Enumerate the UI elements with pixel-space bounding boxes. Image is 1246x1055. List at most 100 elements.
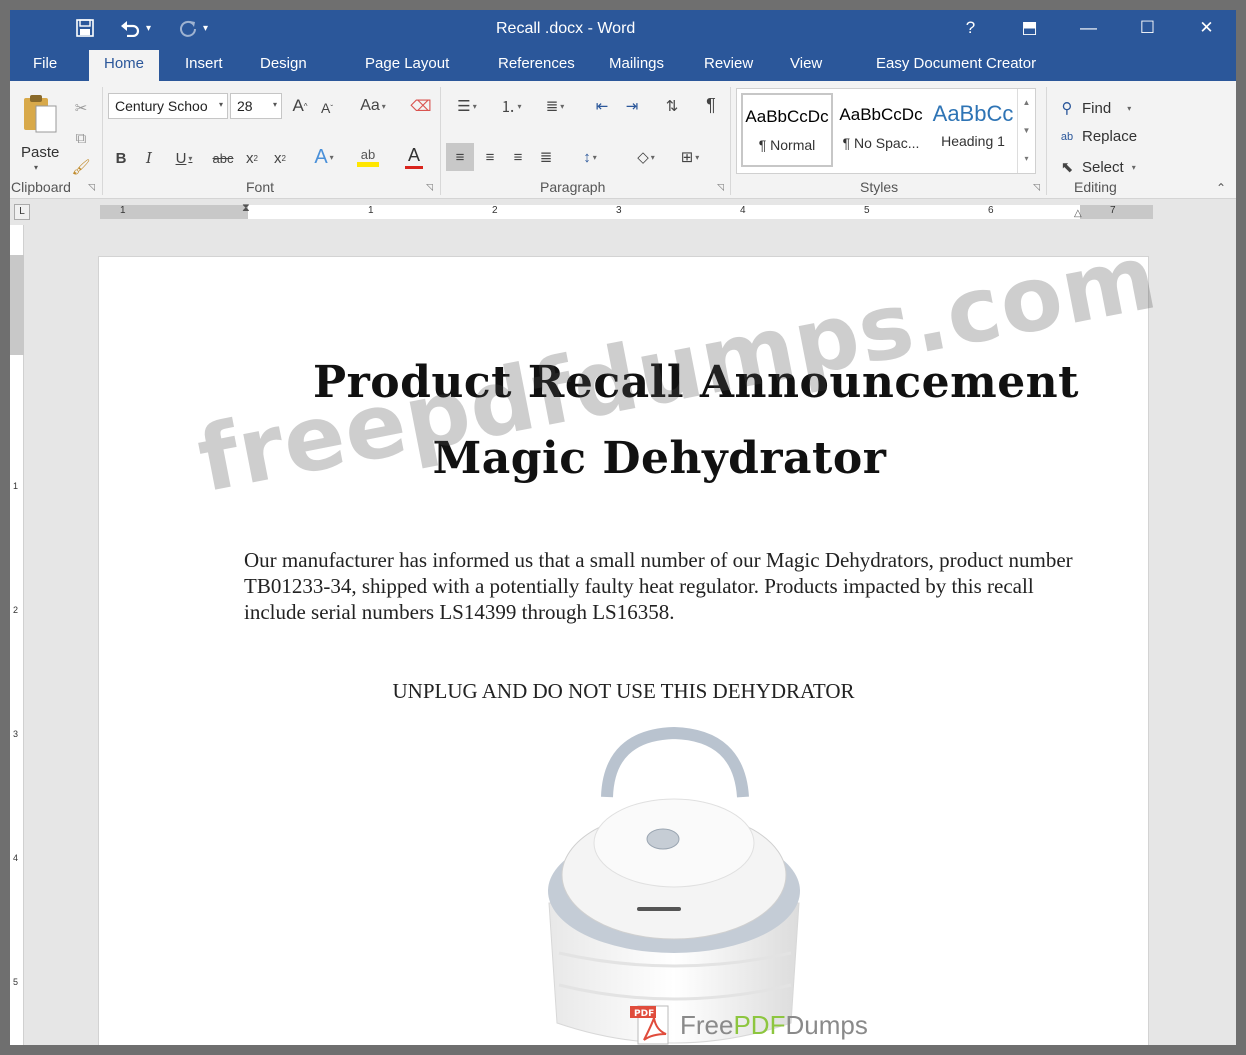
right-indent-marker-icon[interactable]: △ [1074, 208, 1082, 219]
copy-icon[interactable]: ⧉ [70, 127, 92, 149]
underline-button[interactable]: U ▾ [168, 147, 200, 169]
increase-indent-icon[interactable]: ⇥ [620, 95, 644, 117]
style-normal[interactable]: AaBbCcDc ¶ Normal [741, 93, 833, 167]
scroll-up-icon[interactable]: ▲ [1018, 89, 1035, 117]
tab-home[interactable]: Home [89, 50, 160, 81]
ruler-mark: 7 [1110, 205, 1116, 216]
font-color-icon[interactable]: A [394, 145, 434, 169]
tab-references[interactable]: References [498, 55, 575, 72]
find-button[interactable]: ⚲ Find ▾ [1058, 99, 1132, 118]
shrink-font-icon[interactable]: Aˇ [318, 97, 336, 119]
quick-access-toolbar: ▾ ▾ [76, 14, 208, 42]
tab-design[interactable]: Design [260, 55, 307, 72]
styles-launcher-icon[interactable]: ◹ [1033, 182, 1040, 193]
style-preview: AaBbCc [932, 101, 1014, 126]
align-center-icon[interactable]: ≡ [478, 145, 502, 169]
align-left-icon[interactable]: ≡ [446, 143, 474, 171]
window-title: Recall .docx - Word [496, 20, 636, 37]
ruler-mark: 1 [13, 481, 19, 491]
ruler-mark: 3 [616, 205, 622, 216]
paste-icon[interactable] [20, 91, 60, 135]
redo-icon[interactable] [179, 19, 197, 37]
undo-icon[interactable] [120, 19, 140, 37]
font-name-combo[interactable]: Century Schoo ▾ [108, 93, 228, 119]
superscript-button[interactable]: x2 [270, 147, 290, 169]
highlight-glyph: ab [360, 147, 376, 162]
show-formatting-marks-icon[interactable]: ¶ [700, 93, 722, 117]
numbering-icon[interactable]: ⒈ ▾ [494, 95, 528, 117]
ribbon-tabs: File Home Insert Design Page Layout Refe… [10, 48, 1236, 81]
ruler-track [100, 205, 1153, 219]
help-icon[interactable]: ? [941, 10, 1000, 48]
styles-gallery: AaBbCcDc ¶ Normal AaBbCcDc ¶ No Spac... … [736, 88, 1036, 174]
select-button[interactable]: ⬉ Select ▾ [1058, 158, 1136, 177]
tab-view[interactable]: View [790, 55, 822, 72]
sort-icon[interactable]: ⇅ [660, 95, 684, 117]
customize-qat-icon[interactable]: ▾ [203, 23, 208, 34]
replace-button[interactable]: ab Replace [1058, 128, 1137, 145]
tab-easy-document-creator[interactable]: Easy Document Creator [876, 55, 1036, 72]
tab-review[interactable]: Review [704, 55, 753, 72]
style-name: ¶ Normal [758, 137, 816, 153]
tab-selector[interactable]: L [14, 204, 30, 220]
text-effects-icon[interactable]: A ▾ [306, 145, 342, 169]
font-size-combo[interactable]: 28 ▾ [230, 93, 282, 119]
clipboard-launcher-icon[interactable]: ◹ [88, 182, 95, 193]
strikethrough-button[interactable]: abc [210, 147, 236, 169]
close-button[interactable]: ✕ [1177, 10, 1236, 48]
ruler-mark: 6 [988, 205, 994, 216]
decrease-indent-icon[interactable]: ⇤ [590, 95, 614, 117]
highlight-swatch [357, 162, 379, 167]
brand-part: Free [680, 1009, 734, 1040]
tab-file[interactable]: File [33, 55, 57, 72]
style-no-spacing[interactable]: AaBbCcDc ¶ No Spac... [835, 93, 927, 167]
align-right-icon[interactable]: ≡ [506, 145, 530, 169]
tab-mailings[interactable]: Mailings [609, 55, 664, 72]
style-preview: AaBbCcDc [839, 105, 923, 124]
change-case-icon[interactable]: Aa ▾ [355, 95, 391, 117]
justify-icon[interactable]: ≣ [534, 145, 558, 169]
paste-label[interactable]: Paste [21, 144, 59, 161]
clear-formatting-icon[interactable]: ⌫ [410, 95, 432, 117]
style-heading-1[interactable]: AaBbCc Heading 1 [927, 93, 1019, 167]
maximize-button[interactable]: ☐ [1118, 10, 1177, 48]
indent-marker-icon[interactable]: ⧗ [242, 202, 250, 215]
style-preview: AaBbCcDc [745, 107, 829, 126]
brand-logo: PDF FreePDFDumps [630, 1004, 868, 1045]
ruler-top-margin [10, 255, 24, 355]
vertical-ruler: 1 2 3 4 5 [10, 225, 24, 1045]
ruler-mark: 2 [492, 205, 498, 216]
find-label: Find [1082, 99, 1112, 117]
cursor-icon: ⬉ [1060, 159, 1074, 176]
more-styles-icon[interactable]: ▾ [1018, 145, 1035, 173]
bullets-icon[interactable]: ☰ ▾ [450, 95, 484, 117]
undo-dropdown-icon[interactable]: ▾ [146, 23, 151, 34]
ribbon-display-options-icon[interactable]: ⬒ [1000, 10, 1059, 48]
format-painter-icon[interactable]: 🖌 [70, 156, 92, 178]
italic-button[interactable]: I [140, 147, 158, 169]
minimize-button[interactable]: — [1059, 10, 1118, 48]
font-launcher-icon[interactable]: ◹ [426, 182, 433, 193]
highlight-color-icon[interactable]: ab [348, 145, 388, 169]
collapse-ribbon-icon[interactable]: ⌃ [1216, 181, 1226, 195]
save-icon[interactable] [76, 19, 94, 37]
font-group-label: Font [246, 179, 275, 195]
tab-insert[interactable]: Insert [185, 55, 223, 72]
paragraph-launcher-icon[interactable]: ◹ [717, 182, 724, 193]
font-name-value: Century Schoo [115, 98, 208, 114]
shading-icon[interactable]: ◇ ▾ [628, 145, 664, 169]
scroll-down-icon[interactable]: ▼ [1018, 117, 1035, 145]
borders-icon[interactable]: ⊞ ▾ [672, 145, 708, 169]
brand-part: PDF [733, 1009, 786, 1040]
paste-dropdown-icon[interactable]: ▾ [34, 163, 38, 172]
bold-button[interactable]: B [112, 147, 130, 169]
chevron-down-icon: ▾ [218, 100, 223, 109]
cut-icon[interactable]: ✂ [70, 97, 92, 119]
multilevel-list-icon[interactable]: ≣ ▾ [538, 95, 572, 117]
tab-page-layout[interactable]: Page Layout [365, 55, 449, 72]
document-page[interactable]: Product Recall Announcement Magic Dehydr… [98, 256, 1149, 1045]
line-spacing-icon[interactable]: ↕ ▾ [572, 145, 608, 169]
grow-font-icon[interactable]: A ^ [290, 95, 310, 117]
subscript-button[interactable]: x2 [242, 147, 262, 169]
search-icon: ⚲ [1061, 100, 1073, 117]
